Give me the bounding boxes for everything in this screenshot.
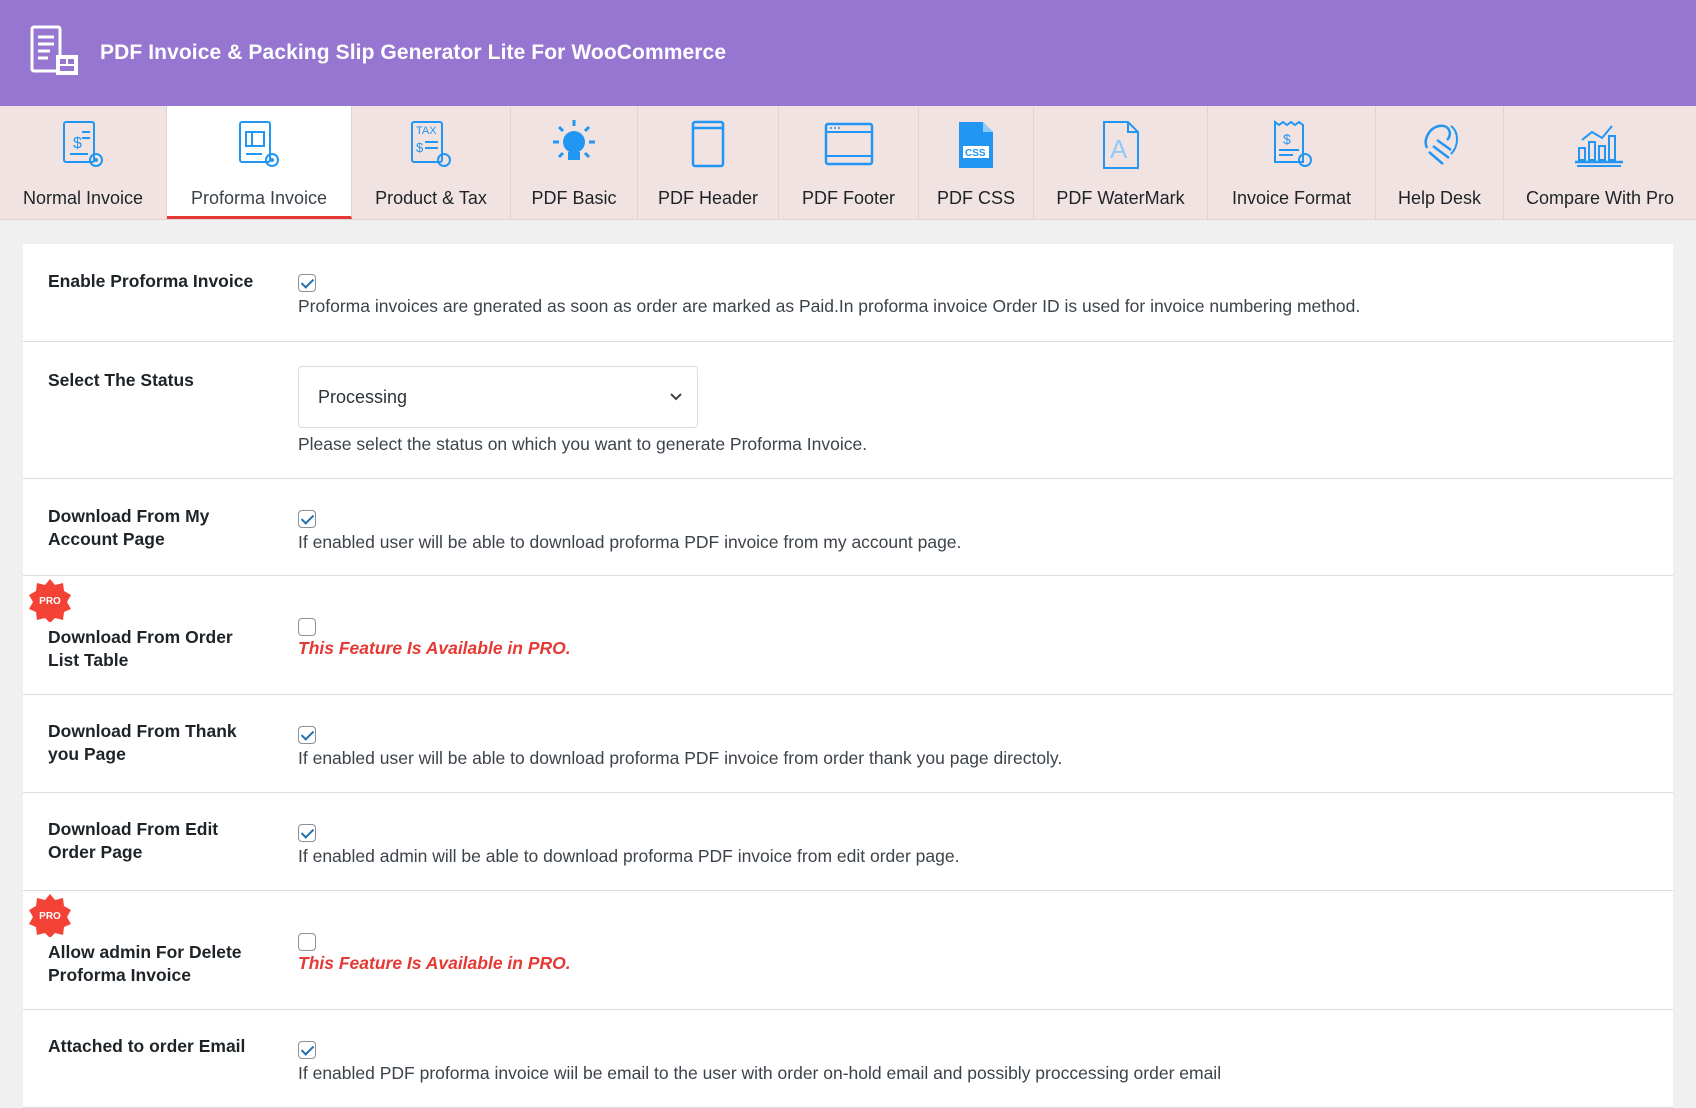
normal-invoice-icon: $ bbox=[63, 121, 103, 167]
compare-chart-icon bbox=[1575, 125, 1623, 167]
enable-proforma-checkbox[interactable] bbox=[298, 274, 316, 292]
lightbulb-icon bbox=[553, 120, 595, 160]
setting-description: If enabled user will be able to download… bbox=[298, 532, 962, 552]
svg-text:$: $ bbox=[416, 140, 424, 155]
status-select-value: Processing bbox=[318, 386, 408, 407]
setting-row-enable-proforma: Enable Proforma Invoice Proforma invoice… bbox=[23, 244, 1673, 342]
tab-label: Help Desk bbox=[1397, 188, 1482, 208]
watermark-icon: A bbox=[1102, 121, 1139, 169]
chevron-down-icon bbox=[670, 393, 682, 401]
tab-proforma-invoice[interactable]: Proforma Invoice bbox=[167, 106, 352, 219]
tab-label: Normal Invoice bbox=[22, 188, 144, 208]
setting-description: If enabled user will be able to download… bbox=[298, 748, 1063, 768]
setting-label: Allow admin For Delete Proforma Invoice bbox=[48, 942, 242, 985]
tab-bar: $ Normal Invoice Proforma Invoice TAX $ … bbox=[0, 106, 1696, 220]
setting-description: Proforma invoices are gnerated as soon a… bbox=[298, 296, 1361, 316]
pdf-css-icon: CSS bbox=[959, 122, 993, 168]
tab-label: PDF CSS bbox=[936, 188, 1015, 208]
setting-label: Download From My Account Page bbox=[48, 506, 210, 549]
tab-label: PDF Header bbox=[657, 188, 759, 208]
download-edit-order-checkbox[interactable] bbox=[298, 824, 316, 842]
download-thank-you-checkbox[interactable] bbox=[298, 726, 316, 744]
tab-compare-with-pro[interactable]: Compare With Pro bbox=[1504, 106, 1696, 219]
setting-row-download-order-list: PRO Download From Order List Table This … bbox=[23, 576, 1673, 695]
setting-description: If enabled PDF proforma invoice wiil be … bbox=[298, 1063, 1222, 1083]
tab-pdf-watermark[interactable]: A PDF WaterMark bbox=[1034, 106, 1208, 219]
setting-label: Select The Status bbox=[48, 370, 194, 390]
attach-email-checkbox[interactable] bbox=[298, 1041, 316, 1059]
tab-pdf-css[interactable]: CSS PDF CSS bbox=[919, 106, 1034, 219]
invoice-logo-icon bbox=[30, 25, 78, 75]
pdf-footer-icon bbox=[824, 122, 873, 166]
tab-label: PDF Basic bbox=[531, 188, 617, 208]
pdf-header-icon bbox=[691, 120, 725, 168]
tab-pdf-basic[interactable]: PDF Basic bbox=[511, 106, 638, 219]
setting-label: Enable Proforma Invoice bbox=[48, 271, 254, 291]
tab-label: Invoice Format bbox=[1231, 188, 1352, 208]
download-order-list-checkbox[interactable] bbox=[298, 618, 316, 636]
setting-row-attach-email: Attached to order Email If enabled PDF p… bbox=[23, 1010, 1673, 1108]
status-select[interactable]: Processing bbox=[298, 366, 698, 428]
page-title: PDF Invoice & Packing Slip Generator Lit… bbox=[100, 41, 727, 64]
app-header: PDF Invoice & Packing Slip Generator Lit… bbox=[0, 0, 1696, 106]
svg-text:$: $ bbox=[1283, 131, 1291, 147]
tab-label: Product & Tax bbox=[375, 188, 487, 208]
tab-pdf-footer[interactable]: PDF Footer bbox=[779, 106, 919, 219]
setting-label: Download From Thank you Page bbox=[48, 721, 237, 764]
svg-text:$: $ bbox=[73, 135, 82, 152]
pro-feature-message: This Feature Is Available in PRO. bbox=[298, 953, 571, 973]
tab-normal-invoice[interactable]: $ Normal Invoice bbox=[0, 106, 167, 219]
svg-text:PRO: PRO bbox=[39, 596, 61, 607]
setting-row-download-my-account: Download From My Account Page If enabled… bbox=[23, 479, 1673, 576]
tab-label: PDF WaterMark bbox=[1056, 188, 1185, 208]
tab-pdf-header[interactable]: PDF Header bbox=[638, 106, 779, 219]
svg-text:PRO: PRO bbox=[39, 911, 61, 922]
svg-text:TAX: TAX bbox=[416, 125, 437, 137]
setting-label: Attached to order Email bbox=[48, 1036, 246, 1056]
help-desk-icon bbox=[1424, 124, 1458, 165]
tab-help-desk[interactable]: Help Desk bbox=[1376, 106, 1504, 219]
pro-badge-icon: PRO bbox=[29, 579, 71, 622]
setting-description: Please select the status on which you wa… bbox=[298, 434, 868, 454]
setting-row-download-edit-order: Download From Edit Order Page If enabled… bbox=[23, 793, 1673, 891]
pro-badge-icon: PRO bbox=[29, 894, 71, 937]
tab-label: PDF Footer bbox=[801, 188, 896, 208]
tab-product-tax[interactable]: TAX $ Product & Tax bbox=[352, 106, 511, 219]
tab-label: Proforma Invoice bbox=[190, 188, 328, 208]
setting-description: If enabled admin will be able to downloa… bbox=[298, 846, 960, 866]
allow-admin-delete-checkbox[interactable] bbox=[298, 933, 316, 951]
invoice-format-icon: $ bbox=[1273, 120, 1312, 167]
setting-row-download-thank-you: Download From Thank you Page If enabled … bbox=[23, 695, 1673, 793]
setting-row-allow-admin-delete: PRO Allow admin For Delete Proforma Invo… bbox=[23, 891, 1673, 1010]
tab-invoice-format[interactable]: $ Invoice Format bbox=[1208, 106, 1376, 219]
pro-feature-message: This Feature Is Available in PRO. bbox=[298, 638, 571, 658]
svg-text:CSS: CSS bbox=[965, 148, 986, 159]
setting-label: Download From Order List Table bbox=[48, 627, 233, 670]
product-tax-icon: TAX $ bbox=[411, 121, 451, 167]
tab-label: Compare With Pro bbox=[1525, 188, 1675, 208]
svg-text:A: A bbox=[1110, 134, 1128, 164]
setting-label: Download From Edit Order Page bbox=[48, 819, 219, 862]
download-my-account-checkbox[interactable] bbox=[298, 510, 316, 528]
proforma-invoice-icon bbox=[239, 121, 279, 167]
settings-panel: Enable Proforma Invoice Proforma invoice… bbox=[23, 244, 1673, 1108]
